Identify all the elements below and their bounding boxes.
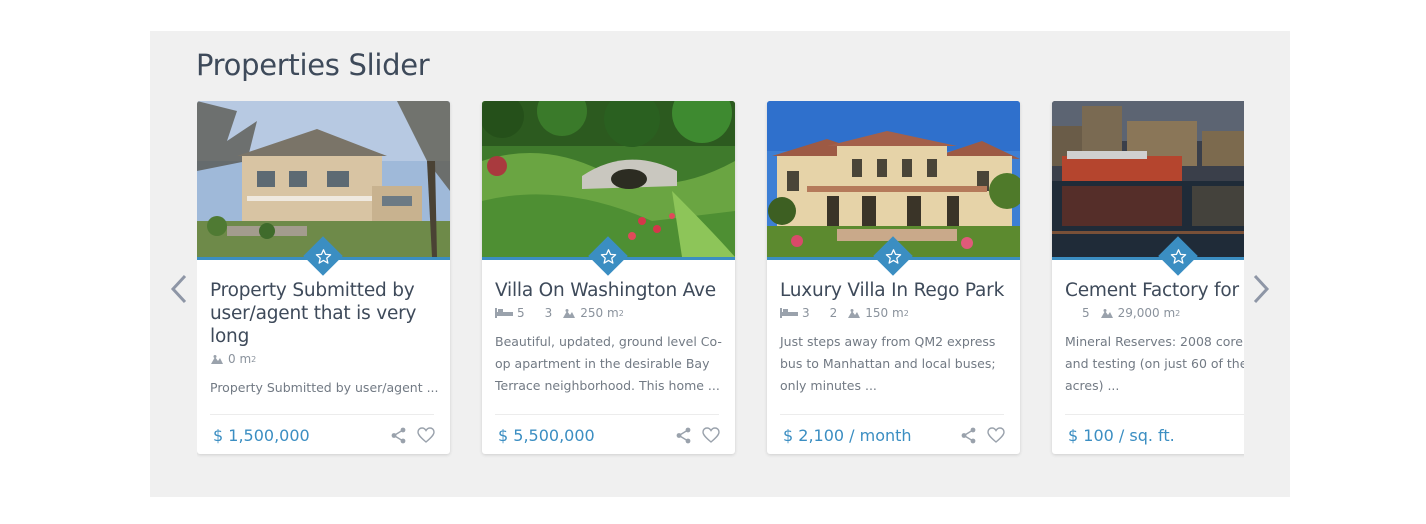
- property-title[interactable]: Property Submitted by user/agent that is…: [210, 279, 438, 348]
- property-image[interactable]: [1052, 101, 1244, 257]
- card-divider: [780, 414, 1004, 415]
- area-feature: 0 m2: [210, 352, 256, 366]
- beds-feature: 3: [780, 306, 810, 320]
- slider-viewport: Property Submitted by user/agent that is…: [197, 101, 1244, 461]
- area-feature: 250 m2: [562, 306, 624, 320]
- property-features: 5 29,000 m2: [1065, 306, 1190, 320]
- heart-icon: [987, 427, 1005, 443]
- bed-icon: [780, 308, 798, 318]
- heart-icon: [417, 427, 435, 443]
- share-button[interactable]: [390, 427, 407, 449]
- favorite-button[interactable]: [417, 427, 435, 448]
- favorite-button[interactable]: [702, 427, 720, 448]
- property-card[interactable]: Property Submitted by user/agent that is…: [197, 101, 450, 454]
- property-card[interactable]: Villa On Washington Ave 5 3 250 m2 Beaut…: [482, 101, 735, 454]
- property-title[interactable]: Luxury Villa In Rego Park: [780, 279, 1008, 302]
- chevron-left-icon: [170, 274, 187, 304]
- property-price: $ 100 / sq. ft.: [1068, 426, 1175, 445]
- chevron-right-icon: [1253, 274, 1270, 304]
- property-description: Property Submitted by user/agent ...: [210, 380, 439, 395]
- share-icon: [676, 427, 691, 444]
- property-title[interactable]: Cement Factory for Sale: [1065, 279, 1244, 302]
- property-image[interactable]: [197, 101, 450, 257]
- slider-next-button[interactable]: [1252, 274, 1270, 309]
- area-icon: [848, 308, 861, 318]
- area-icon: [1100, 308, 1113, 318]
- property-card[interactable]: Luxury Villa In Rego Park 3 2 150 m2 Jus…: [767, 101, 1020, 454]
- property-features: 0 m2: [210, 352, 266, 366]
- star-icon: [315, 248, 331, 264]
- bed-icon: [495, 308, 513, 318]
- property-description: Just steps away from QM2 express bus to …: [780, 334, 996, 393]
- property-image[interactable]: [767, 101, 1020, 257]
- accent-line: [1052, 257, 1244, 260]
- favorite-button[interactable]: [987, 427, 1005, 448]
- area-icon: [211, 354, 223, 364]
- property-title[interactable]: Villa On Washington Ave: [495, 279, 723, 302]
- baths-feature: 2: [829, 306, 838, 320]
- property-image[interactable]: [482, 101, 735, 257]
- property-description: Mineral Reserves: 2008 core drilling and…: [1065, 334, 1244, 393]
- card-divider: [495, 414, 719, 415]
- share-icon: [391, 427, 406, 444]
- share-button[interactable]: [960, 427, 977, 449]
- property-card[interactable]: Cement Factory for Sale 5 29,000 m2 Mine…: [1052, 101, 1244, 454]
- area-feature: 29,000 m2: [1100, 306, 1180, 320]
- baths-feature: 5: [1082, 306, 1090, 320]
- share-button[interactable]: [675, 427, 692, 449]
- area-icon: [563, 308, 576, 318]
- property-price: $ 1,500,000: [213, 426, 310, 445]
- property-price: $ 2,100 / month: [783, 426, 912, 445]
- card-divider: [1065, 414, 1244, 415]
- share-icon: [961, 427, 976, 444]
- property-features: 3 2 150 m2: [780, 306, 919, 320]
- baths-feature: 3: [544, 306, 553, 320]
- star-icon: [600, 248, 616, 264]
- star-icon: [1170, 248, 1186, 264]
- area-feature: 150 m2: [847, 306, 909, 320]
- properties-slider-panel: Properties Slider Property Submitted by …: [150, 31, 1290, 497]
- property-features: 5 3 250 m2: [495, 306, 634, 320]
- property-description: Beautiful, updated, ground level Co-op a…: [495, 334, 722, 393]
- slider-prev-button[interactable]: [170, 274, 188, 309]
- heart-icon: [702, 427, 720, 443]
- star-icon: [885, 248, 901, 264]
- beds-feature: 5: [495, 306, 525, 320]
- card-divider: [210, 414, 434, 415]
- section-title: Properties Slider: [196, 48, 430, 82]
- property-price: $ 5,500,000: [498, 426, 595, 445]
